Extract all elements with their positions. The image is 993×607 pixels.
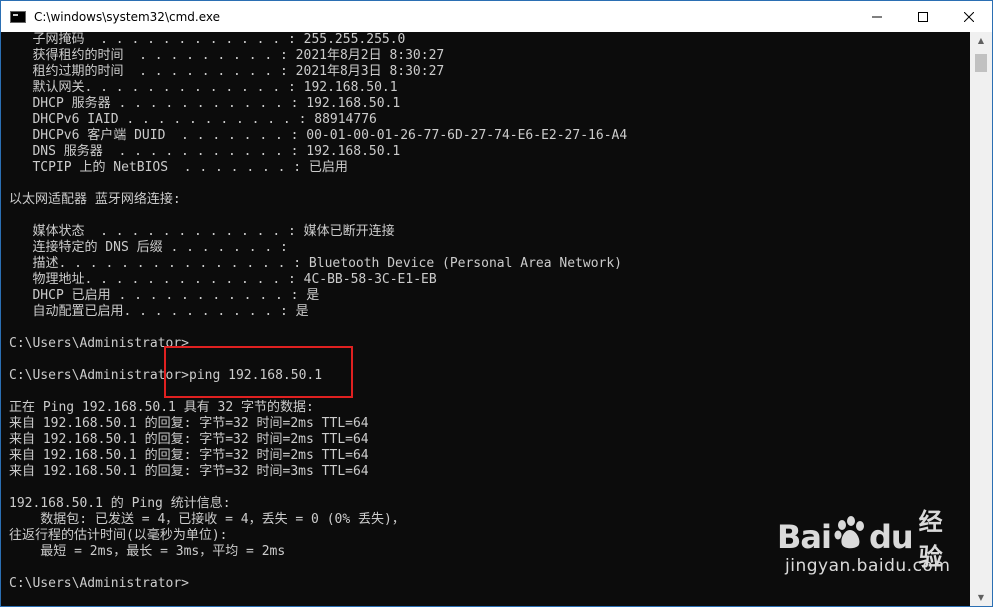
maximize-icon [918, 11, 928, 22]
console-line: 数据包: 已发送 = 4，已接收 = 4，丢失 = 0 (0% 丢失)， [9, 512, 405, 527]
console-line: 媒体状态 . . . . . . . . . . . . : 媒体已断开连接 [9, 224, 395, 239]
console-line: C:\Users\Administrator>ping 192.168.50.1 [9, 368, 323, 383]
console-line: 来自 192.168.50.1 的回复: 字节=32 时间=2ms TTL=64 [9, 432, 369, 447]
console-line: 最短 = 2ms，最长 = 3ms，平均 = 2ms [9, 544, 286, 559]
console-line: 物理地址. . . . . . . . . . . . . : 4C-BB-58… [9, 272, 437, 287]
maximize-button[interactable] [900, 1, 946, 32]
console-line: 默认网关. . . . . . . . . . . . . : 192.168.… [9, 80, 398, 95]
scroll-up-icon[interactable]: ▲ [970, 32, 992, 49]
console-line: C:\Users\Administrator> [9, 576, 190, 591]
console-line: DNS 服务器 . . . . . . . . . . . : 192.168.… [9, 144, 401, 159]
cmd-icon [10, 10, 26, 23]
console-line: 来自 192.168.50.1 的回复: 字节=32 时间=3ms TTL=64 [9, 464, 369, 479]
window-title: C:\windows\system32\cmd.exe [34, 9, 220, 24]
console-line: DHCPv6 客户端 DUID . . . . . . . : 00-01-00… [9, 128, 628, 143]
console-line: C:\Users\Administrator> [9, 336, 190, 351]
console-line: 往返行程的估计时间(以毫秒为单位): [9, 528, 228, 543]
console-line: 来自 192.168.50.1 的回复: 字节=32 时间=2ms TTL=64 [9, 416, 369, 431]
console-line: 获得租约的时间 . . . . . . . . . : 2021年8月2日 8:… [9, 48, 445, 63]
cmd-window: C:\windows\system32\cmd.exe 子网掩码 . . . .… [0, 0, 993, 607]
console-line: 以太网适配器 蓝牙网络连接: [9, 192, 181, 207]
minimize-button[interactable] [854, 1, 900, 32]
title-bar[interactable]: C:\windows\system32\cmd.exe [1, 1, 992, 32]
console-line: 子网掩码 . . . . . . . . . . . . : 255.255.2… [9, 32, 406, 47]
console-line: DHCP 已启用 . . . . . . . . . . . : 是 [9, 288, 320, 303]
console-line: 连接特定的 DNS 后缀 . . . . . . . : [9, 240, 288, 255]
console-line: 192.168.50.1 的 Ping 统计信息: [9, 496, 231, 511]
console-output[interactable]: 子网掩码 . . . . . . . . . . . . : 255.255.2… [1, 32, 970, 606]
console-line: 正在 Ping 192.168.50.1 具有 32 字节的数据: [9, 400, 314, 415]
console-line: 描述. . . . . . . . . . . . . . . : Blueto… [9, 256, 622, 271]
vertical-scrollbar[interactable]: ▲ ▼ [970, 32, 992, 606]
close-button[interactable] [946, 1, 992, 32]
close-icon [964, 11, 974, 22]
scroll-down-icon[interactable]: ▼ [970, 589, 992, 606]
console-line: 租约过期的时间 . . . . . . . . . : 2021年8月3日 8:… [9, 64, 445, 79]
console-line: TCPIP 上的 NetBIOS . . . . . . . : 已启用 [9, 160, 348, 175]
scroll-thumb[interactable] [975, 54, 987, 72]
console-line: 自动配置已启用. . . . . . . . . . : 是 [9, 304, 309, 319]
minimize-icon [872, 16, 882, 17]
console-line: DHCP 服务器 . . . . . . . . . . . : 192.168… [9, 96, 401, 111]
console-line: 来自 192.168.50.1 的回复: 字节=32 时间=2ms TTL=64 [9, 448, 369, 463]
console-line: DHCPv6 IAID . . . . . . . . . . . : 8891… [9, 112, 377, 127]
